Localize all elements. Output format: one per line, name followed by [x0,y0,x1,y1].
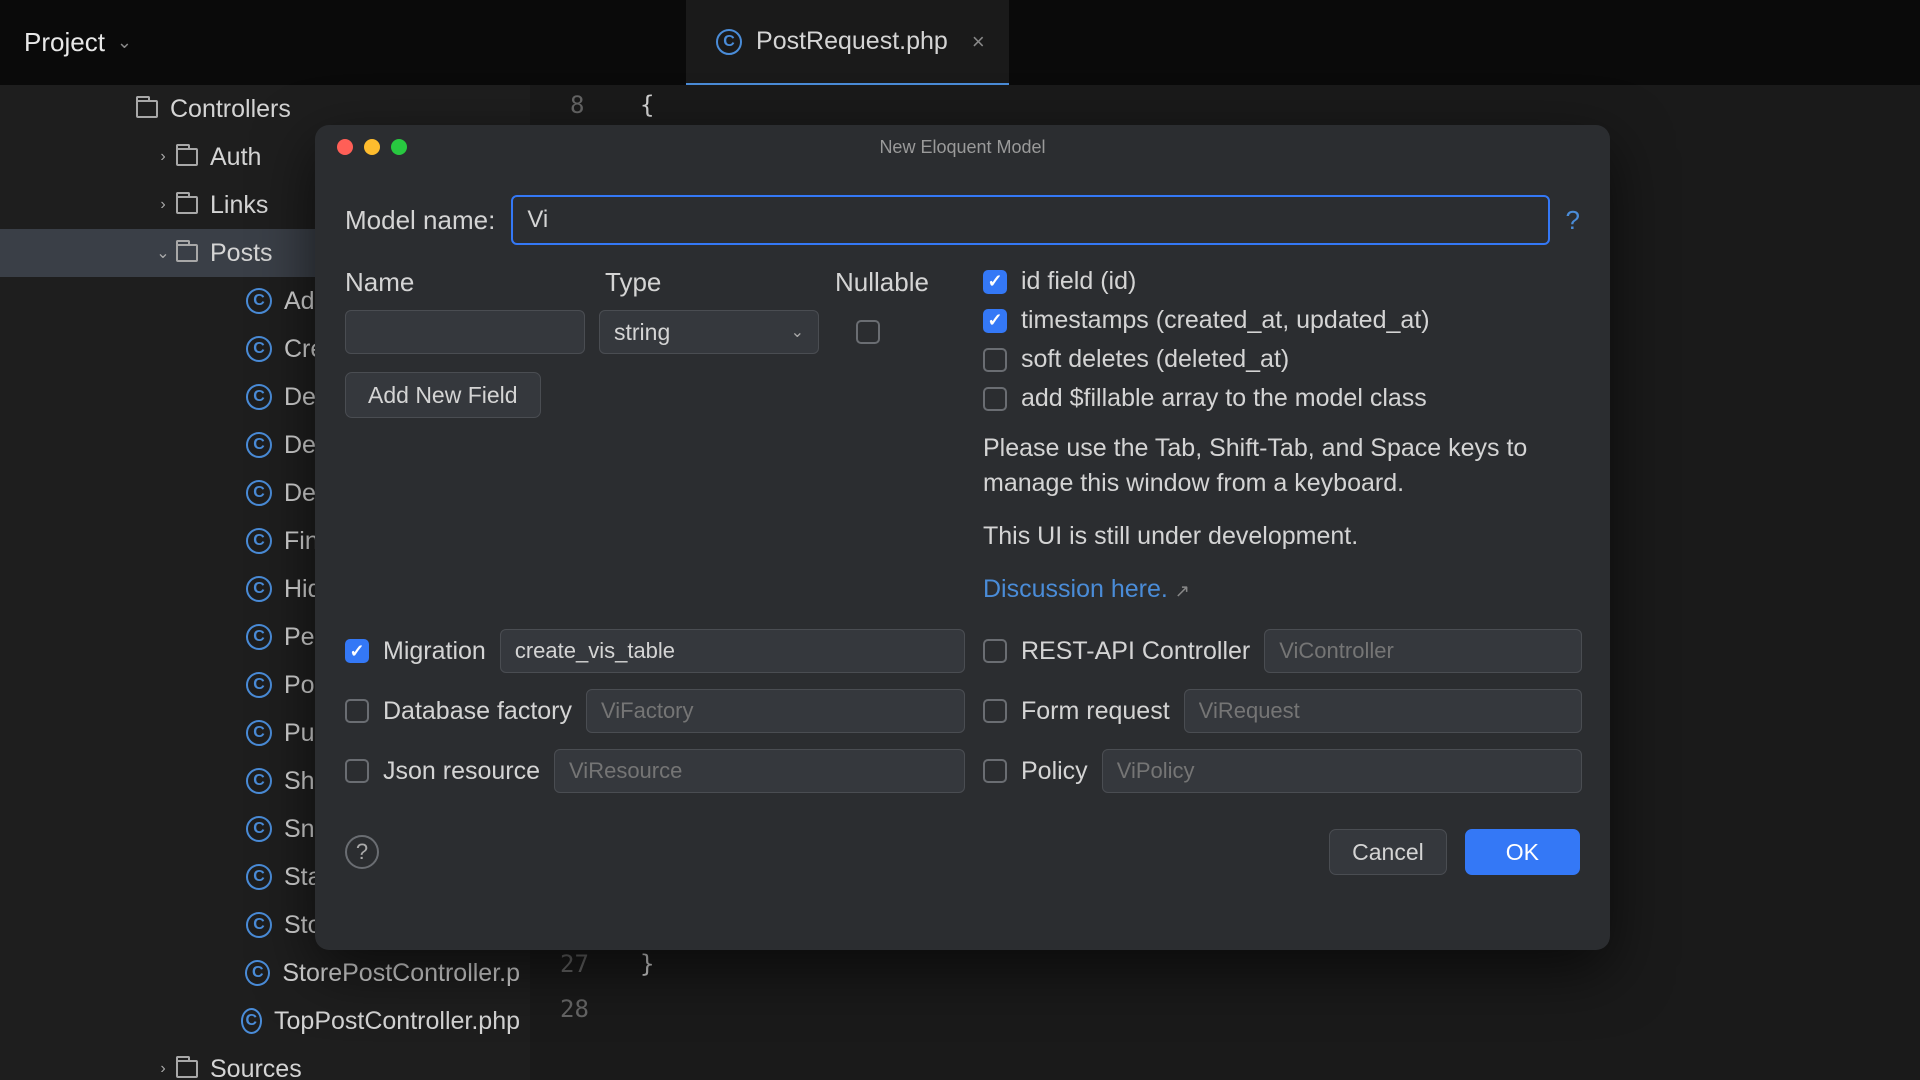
php-class-icon: C [246,480,272,506]
migration-input[interactable] [500,629,965,673]
column-nullable-header: Nullable [835,267,965,298]
restcontroller-checkbox[interactable] [983,639,1007,663]
php-class-icon: C [246,432,272,458]
column-name-header: Name [345,267,605,298]
editor-tab[interactable]: C PostRequest.php × [686,0,1009,85]
chevron-icon: ⌄ [150,243,176,263]
code-brace: } [640,950,654,978]
project-dropdown[interactable]: Project ⌄ [0,0,156,85]
softdeletes-label: soft deletes (deleted_at) [1021,345,1289,374]
id-field-label: id field (id) [1021,267,1136,296]
php-class-icon: C [246,384,272,410]
php-class-icon: C [246,864,272,890]
tree-item-label: Auth [210,143,261,172]
jsonresource-label: Json resource [383,757,540,786]
dbfactory-checkbox[interactable] [345,699,369,723]
cancel-button[interactable]: Cancel [1329,829,1447,875]
tree-item[interactable]: C StorePostController.p [0,949,530,997]
php-class-icon: C [246,816,272,842]
column-type-header: Type [605,267,835,298]
jsonresource-checkbox[interactable] [345,759,369,783]
line-number: 27 [560,950,589,978]
migration-label: Migration [383,637,486,666]
project-label: Project [24,27,105,58]
dialog-title: New Eloquent Model [315,137,1610,158]
tree-item[interactable]: C TopPostController.php [0,997,530,1045]
new-eloquent-model-dialog: New Eloquent Model Model name: ? Name Ty… [315,125,1610,950]
field-type-value: string [614,319,670,346]
folder-icon [176,1060,198,1078]
dbfactory-input[interactable] [586,689,965,733]
line-number: 28 [560,995,589,1023]
restcontroller-input[interactable] [1264,629,1582,673]
folder-icon [136,100,158,118]
tab-label: PostRequest.php [756,27,948,56]
tree-item-label: Posts [210,239,273,268]
dev-hint: This UI is still under development. [983,519,1580,554]
discussion-link[interactable]: Discussion here. ↗ [983,575,1190,603]
field-nullable-checkbox[interactable] [856,320,880,344]
php-class-icon: C [246,720,272,746]
fillable-checkbox[interactable] [983,387,1007,411]
help-button[interactable]: ? [345,835,379,869]
php-class-icon: C [245,960,270,986]
maximize-window-icon[interactable] [391,139,407,155]
dbfactory-label: Database factory [383,697,572,726]
close-icon[interactable]: × [972,29,985,55]
timestamps-checkbox[interactable] [983,309,1007,333]
restcontroller-label: REST-API Controller [1021,637,1250,666]
php-class-icon: C [246,528,272,554]
chevron-down-icon: ⌄ [117,32,132,53]
php-class-icon: C [716,29,742,55]
keyboard-hint: Please use the Tab, Shift-Tab, and Space… [983,431,1580,501]
tree-item-label: Links [210,191,268,220]
formrequest-input[interactable] [1184,689,1583,733]
chevron-icon: › [150,1060,176,1078]
fillable-label: add $fillable array to the model class [1021,384,1427,413]
tree-item-label: TopPostController.php [274,1007,520,1036]
help-icon[interactable]: ? [1566,205,1580,236]
add-new-field-button[interactable]: Add New Field [345,372,541,418]
tree-item[interactable]: › Sources [0,1045,530,1080]
tree-item-label: StorePostController.p [282,959,520,988]
ok-button[interactable]: OK [1465,829,1580,875]
formrequest-label: Form request [1021,697,1170,726]
id-field-checkbox[interactable] [983,270,1007,294]
policy-label: Policy [1021,757,1088,786]
line-number: 8 [570,91,584,119]
php-class-icon: C [246,288,272,314]
php-class-icon: C [246,336,272,362]
discussion-link-text: Discussion here. [983,575,1168,603]
softdeletes-checkbox[interactable] [983,348,1007,372]
migration-checkbox[interactable] [345,639,369,663]
close-window-icon[interactable] [337,139,353,155]
formrequest-checkbox[interactable] [983,699,1007,723]
modelname-label: Model name: [345,205,495,236]
policy-input[interactable] [1102,749,1583,793]
php-class-icon: C [246,672,272,698]
php-class-icon: C [246,768,272,794]
php-class-icon: C [241,1008,262,1034]
policy-checkbox[interactable] [983,759,1007,783]
tree-item-label: Sources [210,1055,302,1080]
timestamps-label: timestamps (created_at, updated_at) [1021,306,1430,335]
modelname-input[interactable] [511,195,1549,245]
tree-item-label: Controllers [170,95,291,124]
php-class-icon: C [246,912,272,938]
chevron-icon: › [150,148,176,166]
code-brace: { [640,91,654,119]
chevron-down-icon: ⌄ [791,322,804,342]
jsonresource-input[interactable] [554,749,965,793]
php-class-icon: C [246,576,272,602]
php-class-icon: C [246,624,272,650]
external-link-icon: ↗ [1175,581,1190,601]
folder-icon [176,196,198,214]
folder-icon [176,148,198,166]
field-name-input[interactable] [345,310,585,354]
chevron-icon: › [150,196,176,214]
folder-icon [176,244,198,262]
minimize-window-icon[interactable] [364,139,380,155]
field-type-select[interactable]: string ⌄ [599,310,819,354]
